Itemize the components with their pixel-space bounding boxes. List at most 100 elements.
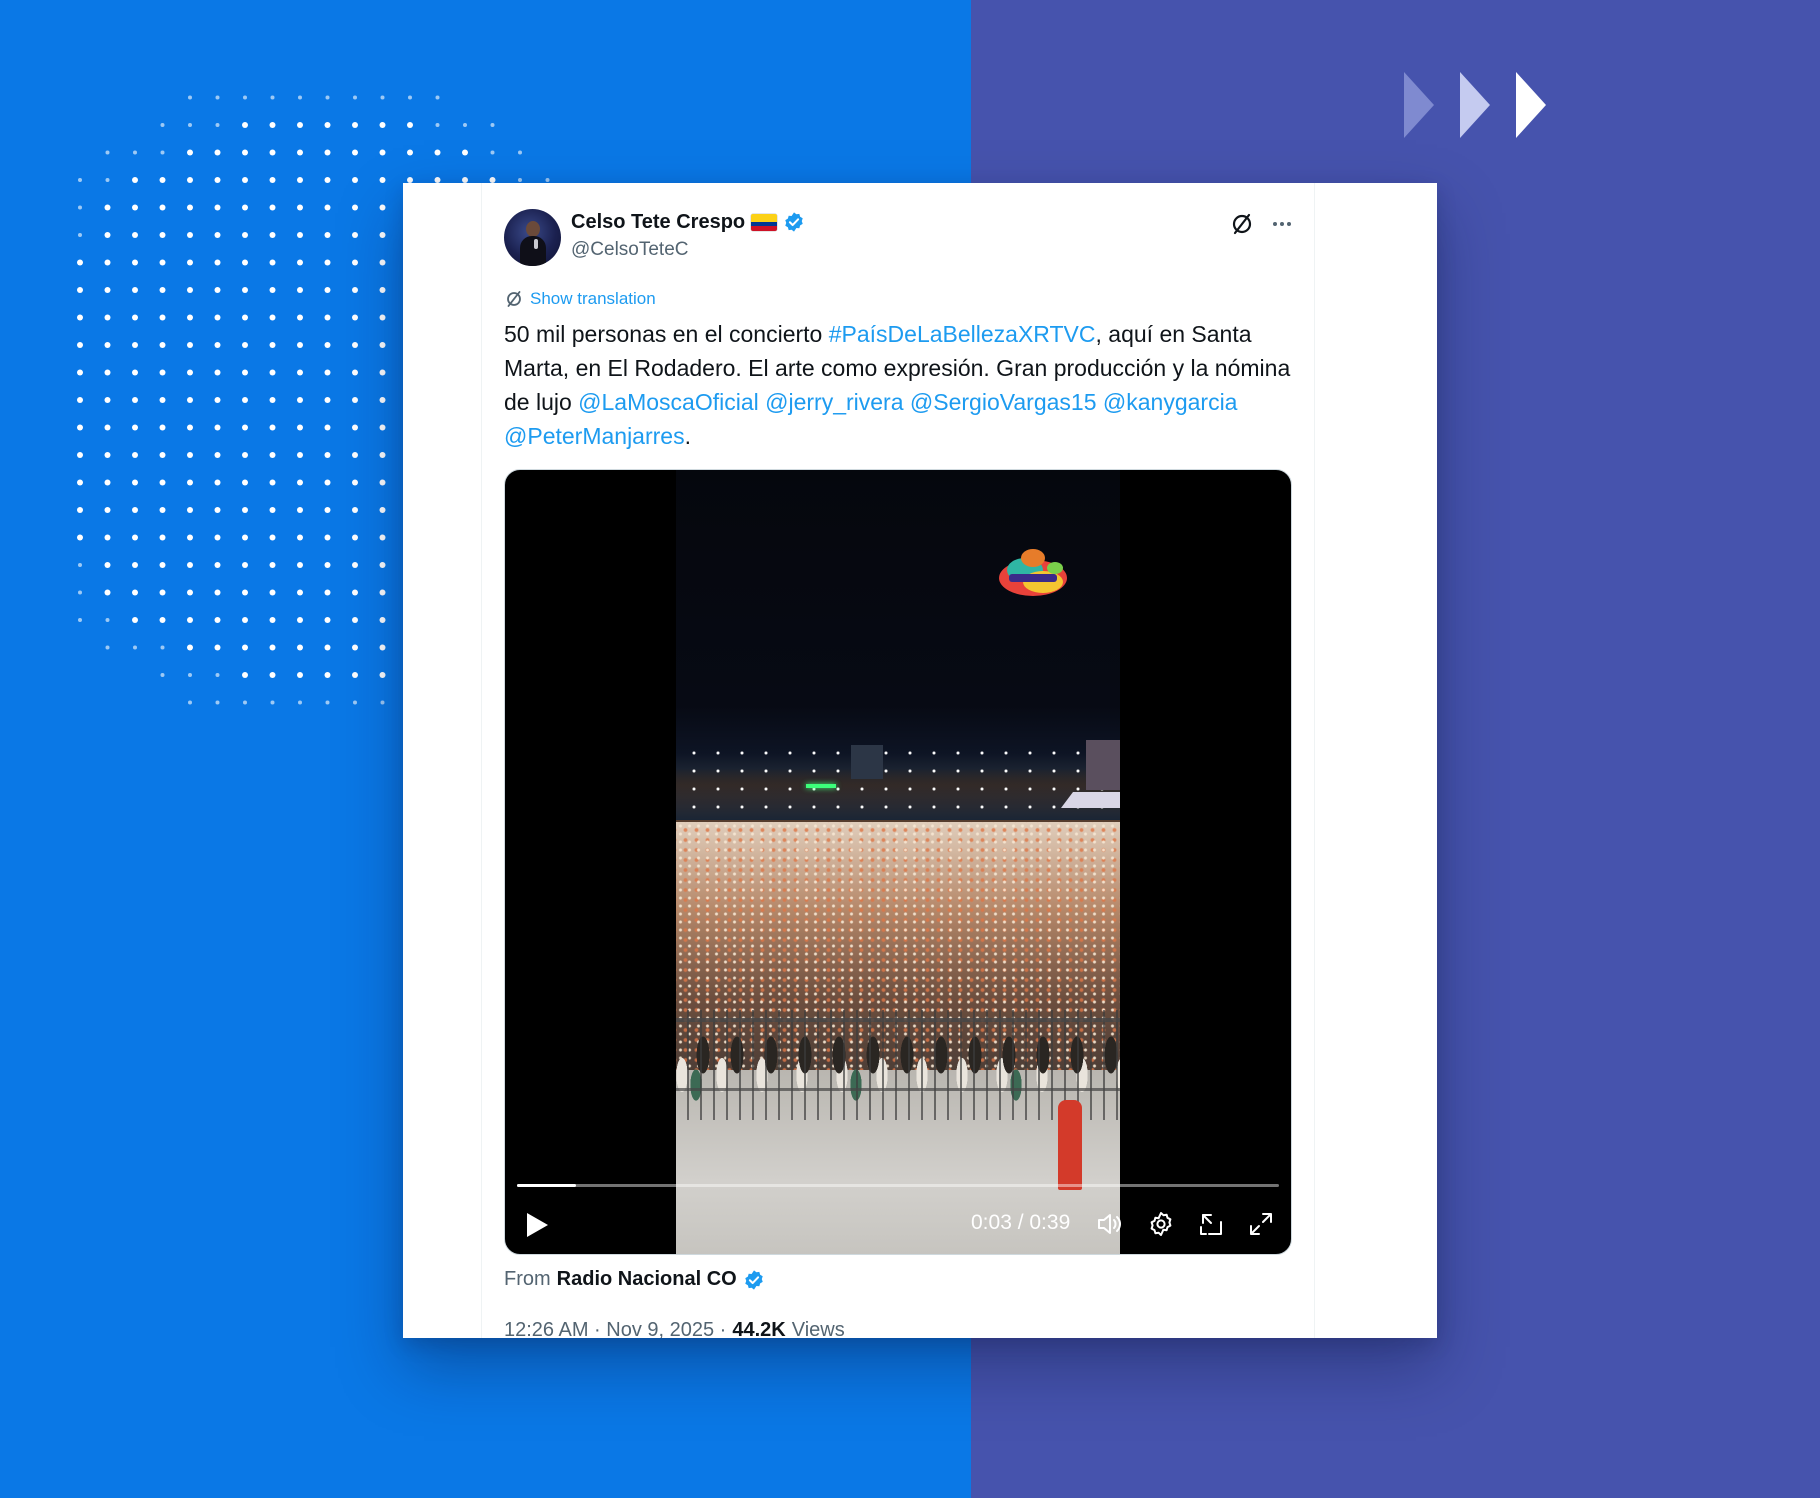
dot — [352, 369, 358, 376]
dot — [214, 562, 221, 568]
dot — [242, 397, 248, 403]
dot — [324, 617, 331, 623]
views-label: Views — [791, 1319, 845, 1338]
settings-icon[interactable] — [1147, 1210, 1175, 1238]
dot — [104, 397, 111, 403]
dot — [269, 122, 276, 128]
dot — [269, 397, 276, 403]
verified-badge-icon — [744, 1269, 763, 1290]
dot — [297, 424, 303, 431]
dot — [352, 287, 358, 293]
dot — [352, 342, 358, 348]
video-source-attribution: From Radio Nacional CO — [504, 1268, 765, 1291]
dot — [242, 369, 248, 376]
dot — [132, 369, 138, 376]
dot — [242, 617, 248, 623]
source-account-link[interactable]: Radio Nacional CO — [557, 1268, 737, 1291]
dot — [352, 177, 358, 183]
tweet-timestamp[interactable]: 12:26 AM · Nov 9, 2025 · — [504, 1319, 726, 1338]
picture-in-picture-icon[interactable] — [1197, 1210, 1225, 1238]
dot — [77, 479, 83, 486]
dot — [379, 644, 386, 651]
verified-badge-icon — [785, 212, 803, 232]
dot — [187, 534, 193, 541]
tweet-screenshot-card: Celso Tete Crespo @CelsoTeteC Show trans… — [403, 183, 1437, 1338]
avatar[interactable] — [504, 209, 561, 266]
video-progress-bar[interactable] — [517, 1184, 1279, 1187]
dot — [324, 204, 331, 211]
dot — [188, 95, 192, 100]
show-translation-link[interactable]: Show translation — [504, 289, 656, 309]
dot — [214, 259, 221, 266]
dot — [242, 287, 248, 293]
hashtag-link[interactable]: #PaísDeLaBellezaXRTVC — [829, 321, 1096, 347]
dot — [379, 232, 386, 238]
dot — [352, 479, 358, 486]
dot — [77, 342, 83, 348]
dot — [214, 424, 221, 431]
dot — [353, 95, 357, 100]
dot — [379, 122, 386, 128]
author-display-name[interactable]: Celso Tete Crespo — [571, 211, 745, 234]
dot — [242, 342, 248, 348]
dot — [379, 672, 386, 678]
more-icon[interactable] — [1269, 211, 1295, 237]
fullscreen-icon[interactable] — [1247, 1210, 1275, 1238]
dot — [159, 617, 166, 623]
avatar-head — [526, 221, 540, 237]
dot — [187, 232, 193, 238]
dot — [352, 672, 358, 678]
dot — [379, 452, 386, 458]
mention-link-kanygarcia[interactable]: @kanygarcia — [1103, 389, 1238, 415]
dot — [187, 644, 193, 651]
author-handle[interactable]: @CelsoTeteC — [571, 239, 689, 261]
dot — [269, 232, 276, 238]
dot — [105, 618, 110, 622]
play-icon[interactable] — [523, 1210, 551, 1240]
dot — [132, 534, 138, 541]
dot — [269, 342, 276, 348]
dot — [104, 562, 111, 568]
chevron-arrows-decoration — [1404, 72, 1546, 138]
dot — [104, 342, 111, 348]
dot — [518, 178, 522, 182]
dot — [188, 700, 192, 705]
author-name-row: Celso Tete Crespo — [571, 209, 805, 235]
grok-icon[interactable] — [1229, 211, 1255, 237]
dot — [269, 424, 276, 431]
mention-link-petermanjarres[interactable]: @PeterManjarres — [504, 423, 685, 449]
dot — [352, 589, 358, 596]
dot — [242, 259, 248, 266]
dot — [104, 452, 111, 458]
dot — [269, 149, 276, 156]
dot — [545, 178, 550, 182]
mention-link-sergiovargas15[interactable]: @SergioVargas15 — [910, 389, 1097, 415]
dot — [324, 232, 331, 238]
mention-link-jerry-rivera[interactable]: @jerry_rivera — [765, 389, 903, 415]
dot — [77, 369, 83, 376]
show-translation-label[interactable]: Show translation — [530, 289, 656, 309]
dot — [214, 287, 221, 293]
dot — [297, 507, 303, 513]
avatar-mic — [534, 239, 538, 249]
mention-link-lamoscaoficial[interactable]: @LaMoscaOficial — [578, 389, 759, 415]
dot — [297, 122, 303, 128]
arrow-icon-3 — [1516, 72, 1546, 138]
dot — [104, 534, 111, 541]
dot — [324, 424, 331, 431]
dot — [214, 452, 221, 458]
volume-icon[interactable] — [1095, 1210, 1123, 1238]
dot — [297, 342, 303, 348]
video-fence-rail — [676, 1018, 1120, 1022]
colombia-flag-icon — [751, 213, 778, 231]
dot — [159, 287, 166, 293]
dot — [379, 397, 386, 403]
video-player[interactable]: 0:03 / 0:39 — [504, 469, 1292, 1255]
dot — [297, 259, 303, 266]
dot — [78, 178, 82, 182]
dot — [269, 562, 276, 568]
dot — [297, 617, 303, 623]
dot — [324, 259, 331, 266]
dot — [214, 204, 221, 211]
dot — [298, 700, 302, 705]
